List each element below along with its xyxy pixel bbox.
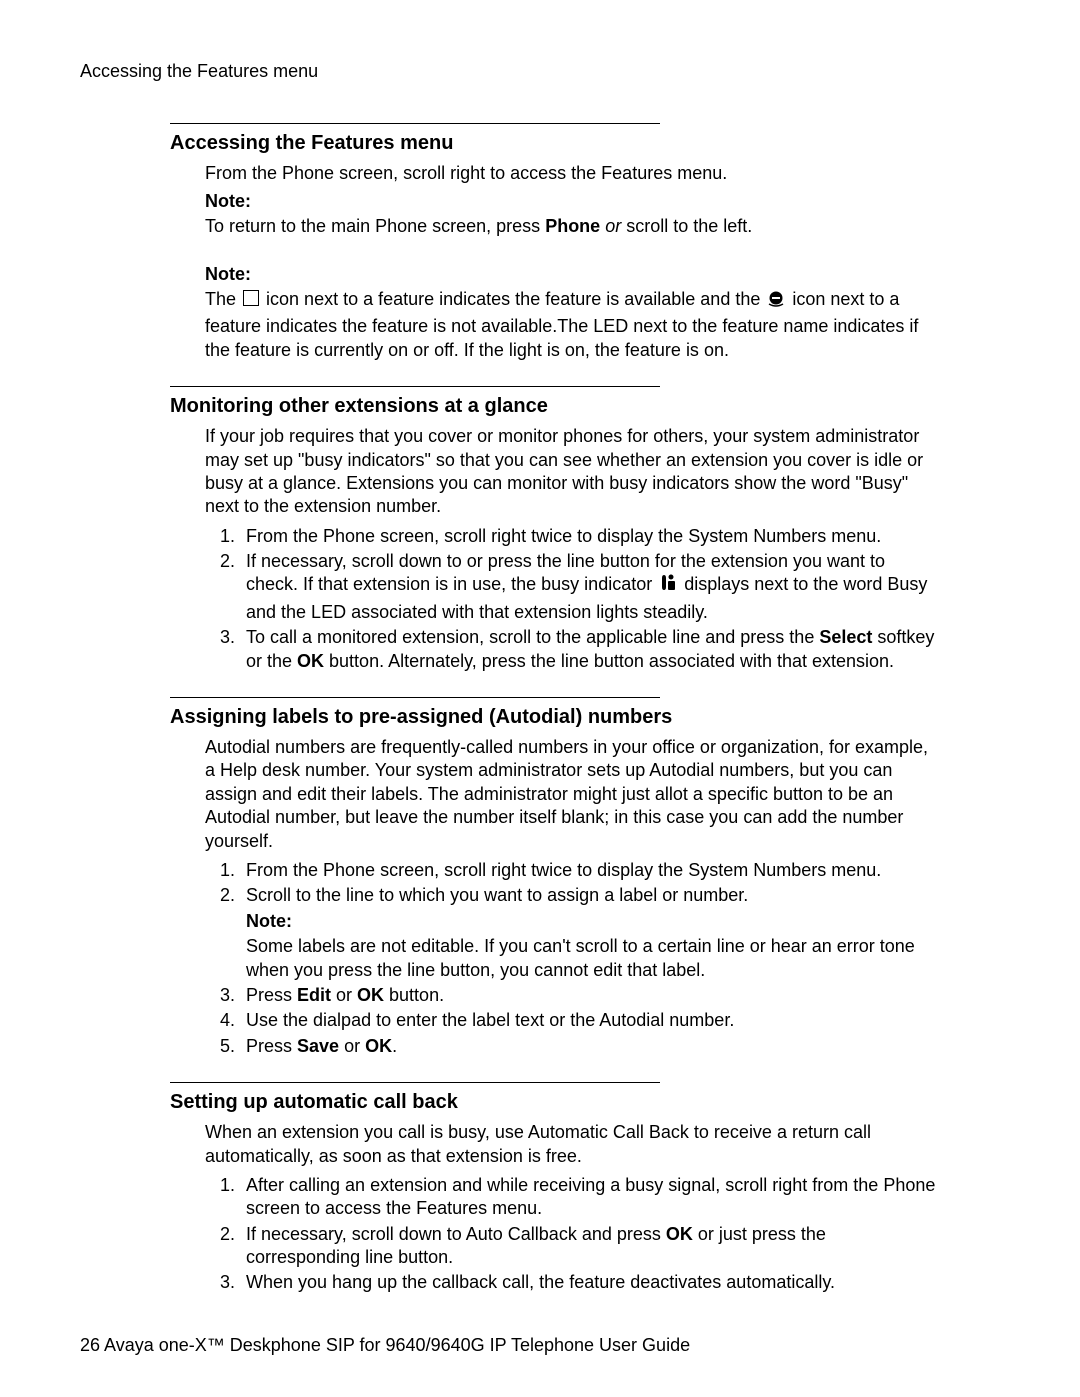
text: . xyxy=(392,1036,397,1056)
ordered-list: After calling an extension and while rec… xyxy=(170,1174,940,1295)
list-item: From the Phone screen, scroll right twic… xyxy=(240,859,940,882)
list-item: After calling an extension and while rec… xyxy=(240,1174,940,1221)
heading-assigning-labels: Assigning labels to pre-assigned (Autodi… xyxy=(170,704,940,730)
list-item: Use the dialpad to enter the label text … xyxy=(240,1009,940,1032)
page: Accessing the Features menu Accessing th… xyxy=(0,0,1080,1397)
paragraph: Some labels are not editable. If you can… xyxy=(246,935,940,982)
text-bold: OK xyxy=(365,1036,392,1056)
text: The xyxy=(205,289,241,309)
text-bold: Edit xyxy=(297,985,331,1005)
list-item: To call a monitored extension, scroll to… xyxy=(240,626,940,673)
text: scroll to the left. xyxy=(621,216,752,236)
list-item: Press Save or OK. xyxy=(240,1035,940,1058)
text-bold: OK xyxy=(666,1224,693,1244)
text-bold: Save xyxy=(297,1036,339,1056)
ordered-list: From the Phone screen, scroll right twic… xyxy=(170,859,940,1058)
list-item: Press Edit or OK button. xyxy=(240,984,940,1007)
paragraph: If your job requires that you cover or m… xyxy=(205,425,940,519)
page-footer: 26 Avaya one-X™ Deskphone SIP for 9640/9… xyxy=(80,1334,690,1357)
paragraph: The icon next to a feature indicates the… xyxy=(205,288,940,362)
section-rule xyxy=(170,123,660,124)
section-rule xyxy=(170,1082,660,1083)
text: To return to the main Phone screen, pres… xyxy=(205,216,545,236)
note-label: Note: xyxy=(205,263,940,286)
section-rule xyxy=(170,386,660,387)
note-label: Note: xyxy=(205,190,940,213)
list-item: If necessary, scroll down to or press th… xyxy=(240,550,940,624)
text: Press xyxy=(246,1036,297,1056)
heading-monitoring-extensions: Monitoring other extensions at a glance xyxy=(170,393,940,419)
section-assigning-labels: Assigning labels to pre-assigned (Autodi… xyxy=(170,697,940,1058)
section-monitoring-extensions: Monitoring other extensions at a glance … xyxy=(170,386,940,673)
text: or xyxy=(331,985,357,1005)
text-bold: Phone xyxy=(545,216,600,236)
paragraph: When an extension you call is busy, use … xyxy=(205,1121,940,1168)
text-italic: or xyxy=(605,216,621,236)
text: To call a monitored extension, scroll to… xyxy=(246,627,819,647)
note-label: Note: xyxy=(246,910,940,933)
feature-available-icon xyxy=(243,290,259,306)
text: Scroll to the line to which you want to … xyxy=(246,885,748,905)
running-header: Accessing the Features menu xyxy=(80,60,1000,83)
busy-indicator-icon xyxy=(659,574,677,600)
text: or xyxy=(339,1036,365,1056)
text: icon next to a feature indicates the fea… xyxy=(261,289,765,309)
text: button. Alternately, press the line butt… xyxy=(324,651,894,671)
text-bold: OK xyxy=(357,985,384,1005)
list-item: Scroll to the line to which you want to … xyxy=(240,884,940,982)
heading-automatic-callback: Setting up automatic call back xyxy=(170,1089,940,1115)
list-item: When you hang up the callback call, the … xyxy=(240,1271,940,1294)
paragraph: From the Phone screen, scroll right to a… xyxy=(205,162,940,185)
text: Press xyxy=(246,985,297,1005)
heading-accessing-features: Accessing the Features menu xyxy=(170,130,940,156)
paragraph: Autodial numbers are frequently-called n… xyxy=(205,736,940,853)
feature-unavailable-icon xyxy=(767,291,785,315)
list-item: From the Phone screen, scroll right twic… xyxy=(240,525,940,548)
section-rule xyxy=(170,697,660,698)
text-bold: OK xyxy=(297,651,324,671)
text-bold: Select xyxy=(819,627,872,647)
paragraph: To return to the main Phone screen, pres… xyxy=(205,215,940,238)
text: If necessary, scroll down to Auto Callba… xyxy=(246,1224,666,1244)
ordered-list: From the Phone screen, scroll right twic… xyxy=(170,525,940,673)
section-automatic-callback: Setting up automatic call back When an e… xyxy=(170,1082,940,1295)
section-accessing-features: Accessing the Features menu From the Pho… xyxy=(170,123,940,362)
text: button. xyxy=(384,985,444,1005)
list-item: If necessary, scroll down to Auto Callba… xyxy=(240,1223,940,1270)
